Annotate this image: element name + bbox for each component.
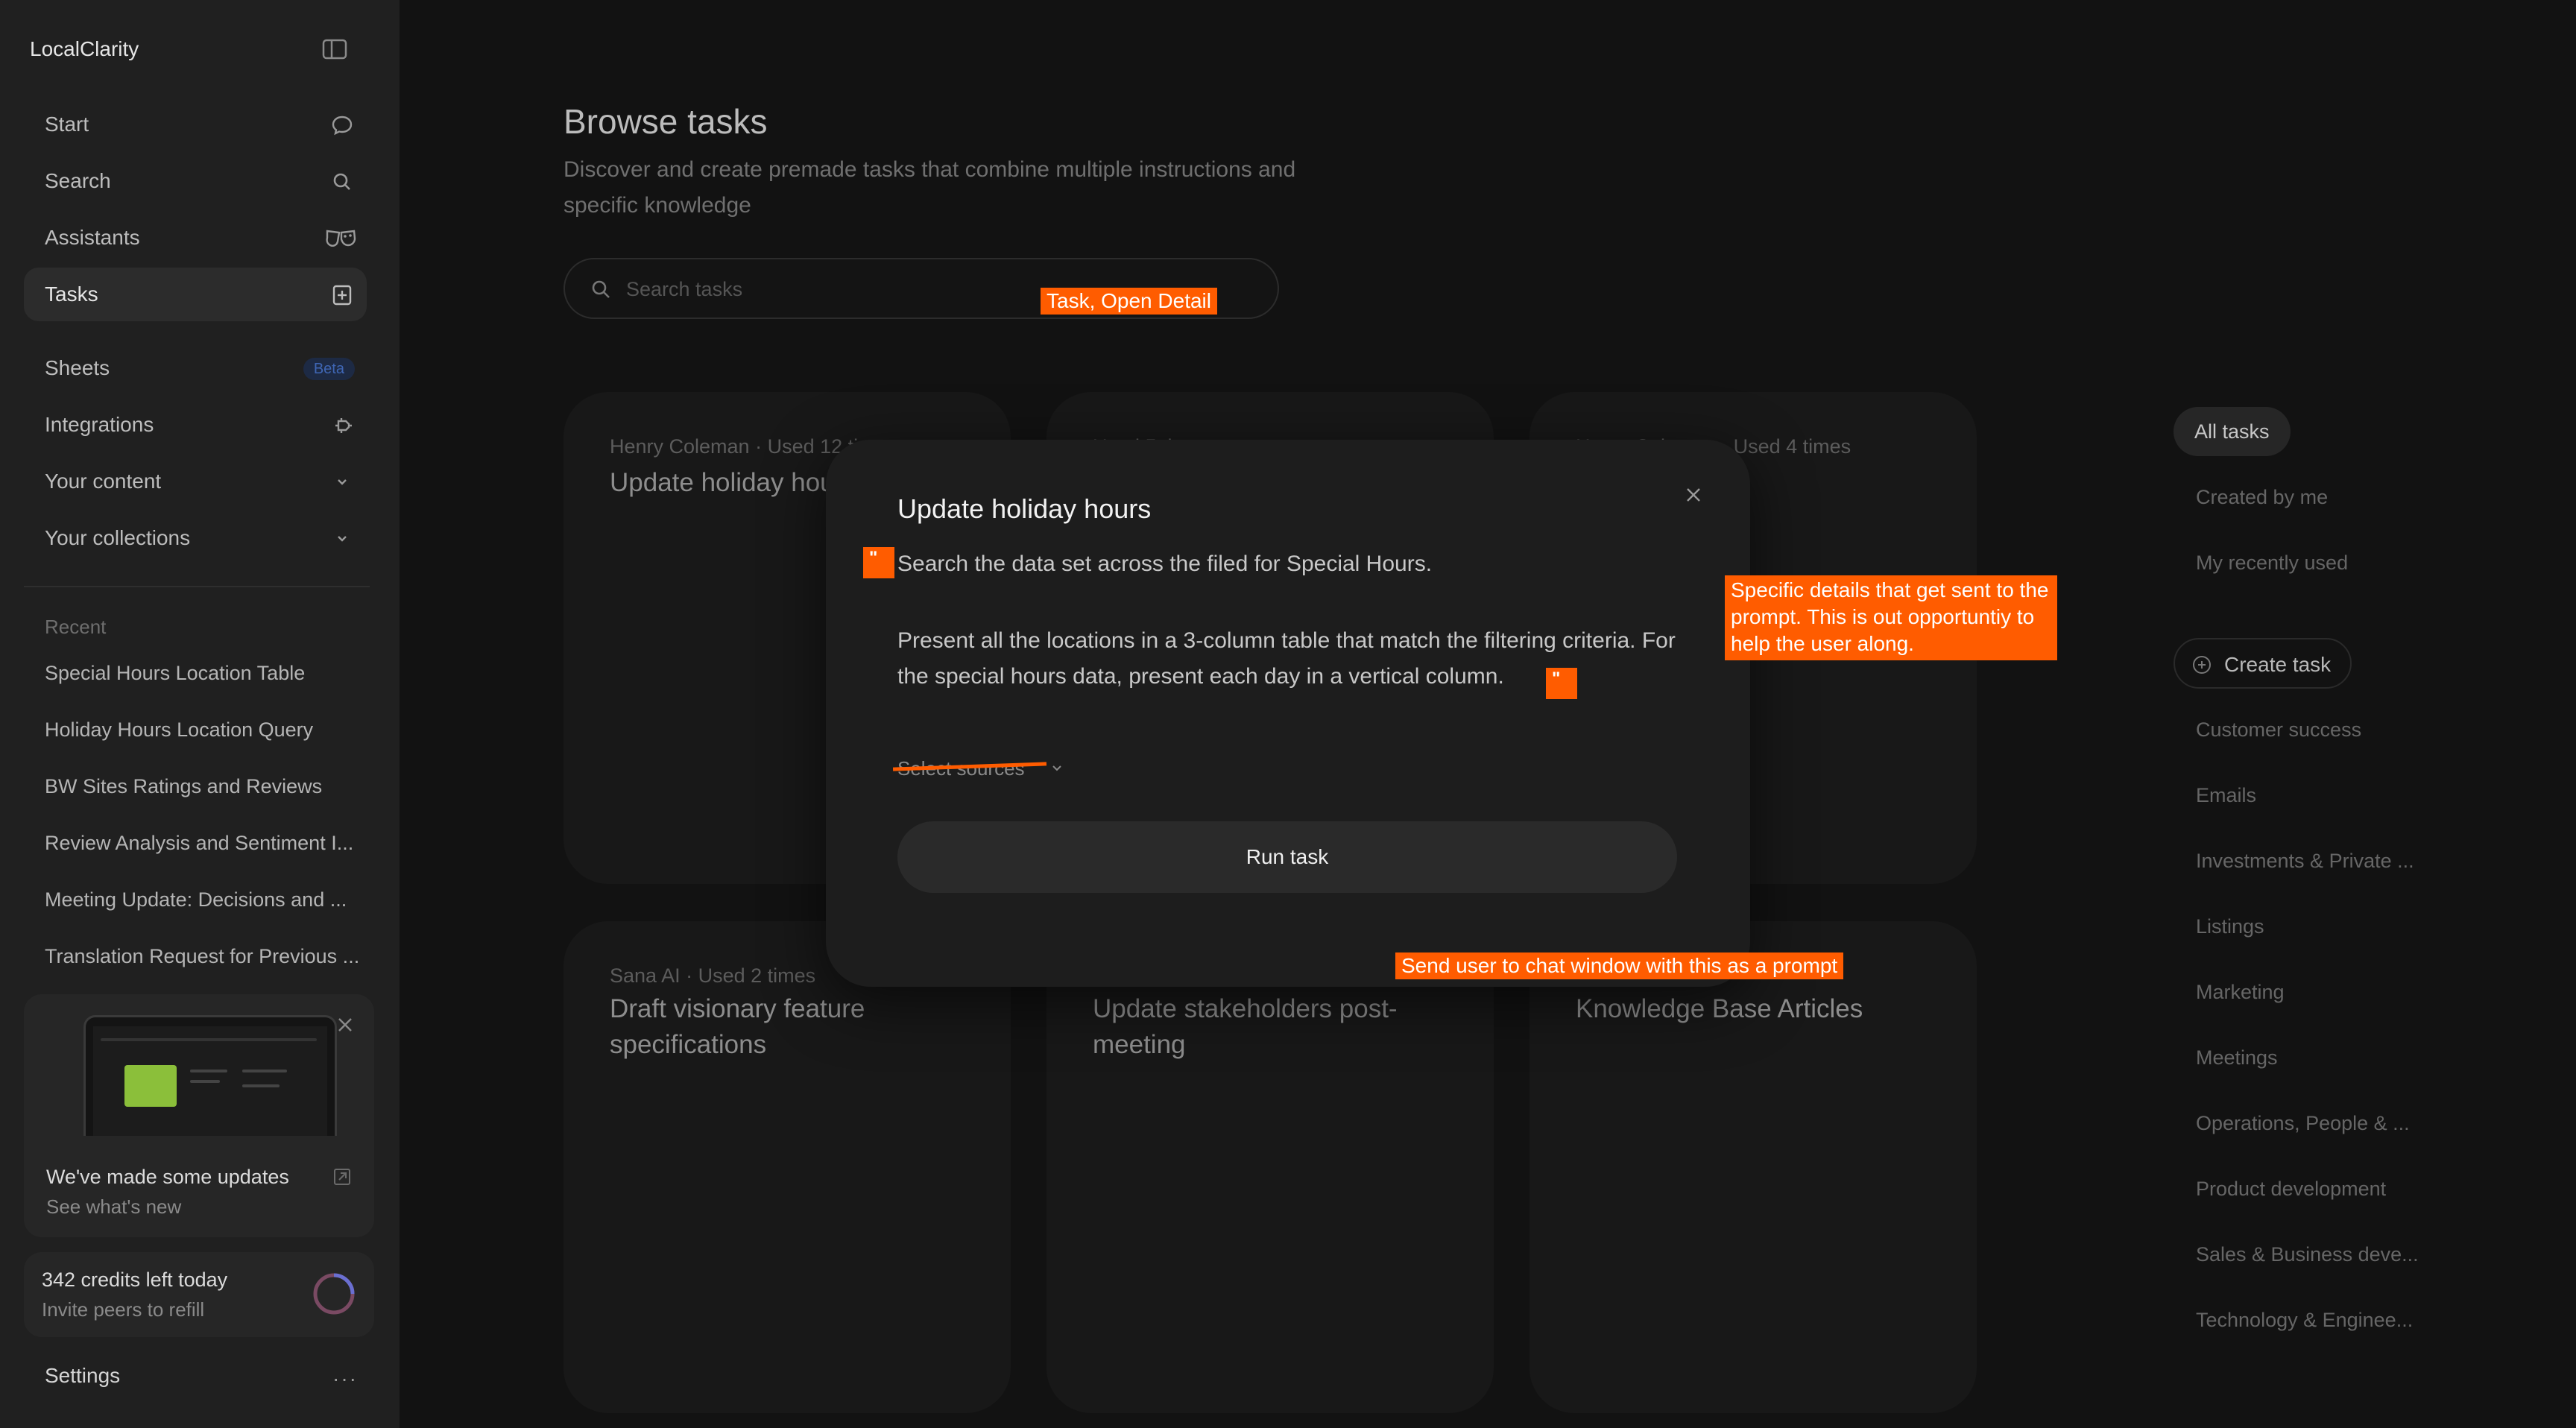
filter-category[interactable]: Meetings <box>2196 1046 2278 1070</box>
filter-category[interactable]: Sales & Business deve... <box>2196 1243 2419 1266</box>
create-task-button[interactable]: Create task <box>2174 638 2352 689</box>
filter-category[interactable]: Emails <box>2196 784 2256 807</box>
prompt-paragraph: Search the data set across the filed for… <box>897 552 1433 576</box>
nav-label: Search <box>45 169 111 192</box>
task-card[interactable]: Update stakeholders post-meeting <box>1046 921 1494 1413</box>
nav-your-content[interactable]: Your content <box>24 455 367 508</box>
close-icon[interactable] <box>1683 484 1704 505</box>
nav-your-collections[interactable]: Your collections <box>24 511 367 565</box>
nav-tasks[interactable]: Tasks <box>24 268 367 321</box>
sidebar: LocalClarity Start Search Assistants Tas… <box>0 0 400 1428</box>
filter-category[interactable]: Customer success <box>2196 718 2361 742</box>
external-link-icon[interactable] <box>332 1167 352 1187</box>
filter-category[interactable]: Investments & Private ... <box>2196 850 2414 873</box>
more-options-icon[interactable]: ··· <box>332 1367 358 1391</box>
credits-subtitle: Invite peers to refill <box>42 1298 205 1321</box>
updates-card[interactable]: We've made some updates See what's new <box>24 994 374 1237</box>
nav-label: Sheets <box>45 356 110 379</box>
recent-item[interactable]: Translation Request for Previous ... <box>45 945 358 968</box>
task-meta: Sana AI · Used 2 times <box>610 964 816 987</box>
nav-label: Your content <box>45 470 162 493</box>
chevron-down-icon <box>338 536 347 542</box>
task-title: Knowledge Base Articles <box>1576 994 1863 1023</box>
filter-created-by-me[interactable]: Created by me <box>2196 486 2328 509</box>
task-card[interactable]: Sana AI · Used 2 times Draft visionary f… <box>564 921 1011 1413</box>
recent-item[interactable]: BW Sites Ratings and Reviews <box>45 775 358 798</box>
annotation-details: Specific details that get sent to the pr… <box>1725 575 2057 660</box>
sidebar-collapse-icon[interactable] <box>322 39 347 60</box>
divider <box>24 586 370 587</box>
close-icon[interactable] <box>335 1015 355 1034</box>
recent-heading: Recent <box>45 616 107 638</box>
annotation-open-detail: Task, Open Detail <box>1041 288 1217 315</box>
filter-all-tasks[interactable]: All tasks <box>2174 407 2291 456</box>
filter-category[interactable]: Technology & Enginee... <box>2196 1309 2413 1332</box>
nav-assistants[interactable]: Assistants <box>24 211 367 265</box>
filter-category[interactable]: Marketing <box>2196 981 2285 1004</box>
task-card[interactable]: Knowledge Base Articles <box>1530 921 1977 1413</box>
task-add-icon <box>332 285 352 306</box>
nav-sheets[interactable]: Sheets Beta <box>24 341 367 395</box>
credits-title: 342 credits left today <box>42 1269 228 1291</box>
recent-item[interactable]: Holiday Hours Location Query <box>45 718 358 742</box>
recent-item[interactable]: Review Analysis and Sentiment I... <box>45 832 358 855</box>
settings-link[interactable]: Settings <box>45 1364 120 1388</box>
nav-integrations[interactable]: Integrations <box>24 398 367 452</box>
updates-subtitle: See what's new <box>46 1195 182 1218</box>
annotation-send: Send user to chat window with this as a … <box>1395 952 1844 979</box>
search-icon <box>333 173 350 190</box>
modal-title: Update holiday hours <box>897 493 1152 524</box>
nav-label: Assistants <box>45 226 140 249</box>
chevron-down-icon <box>1052 765 1061 771</box>
plug-icon <box>335 418 352 433</box>
recent-item[interactable]: Meeting Update: Decisions and ... <box>45 888 358 912</box>
recent-item[interactable]: Special Hours Location Table <box>45 662 358 685</box>
chat-bubble-icon <box>332 116 353 136</box>
task-title: Draft visionary feature specifications <box>610 994 865 1059</box>
page-subtitle: Discover and create premade tasks that c… <box>564 157 1296 218</box>
credits-progress-ring <box>313 1273 355 1315</box>
filter-category[interactable]: Product development <box>2196 1178 2386 1201</box>
quote-close-marker: " <box>1546 668 1577 699</box>
task-detail-modal: Update holiday hours " Search the data s… <box>826 440 1750 987</box>
page-title: Browse tasks <box>564 102 768 141</box>
filter-recently-used[interactable]: My recently used <box>2196 552 2348 575</box>
credits-panel[interactable]: 342 credits left today Invite peers to r… <box>24 1252 374 1337</box>
plus-circle-icon <box>2193 656 2211 674</box>
chevron-down-icon <box>338 479 347 485</box>
updates-title: We've made some updates <box>46 1166 289 1188</box>
nav-start[interactable]: Start <box>24 98 367 151</box>
filter-category[interactable]: Operations, People & ... <box>2196 1112 2410 1135</box>
brand-name: LocalClarity <box>30 37 139 60</box>
nav-label: Your collections <box>45 526 191 549</box>
create-task-label: Create task <box>2224 653 2332 676</box>
nav-label: Start <box>45 113 89 136</box>
filter-category[interactable]: Listings <box>2196 915 2264 938</box>
nav-search[interactable]: Search <box>24 154 367 208</box>
nav-label: Tasks <box>45 282 98 306</box>
quote-open-marker: " <box>863 547 894 578</box>
task-title: Update stakeholders post-meeting <box>1093 994 1398 1059</box>
nav-label: Integrations <box>45 413 154 436</box>
run-task-button[interactable]: Run task <box>897 821 1677 893</box>
search-icon <box>592 280 610 298</box>
beta-badge: Beta <box>303 358 355 380</box>
masks-icon <box>326 230 356 247</box>
